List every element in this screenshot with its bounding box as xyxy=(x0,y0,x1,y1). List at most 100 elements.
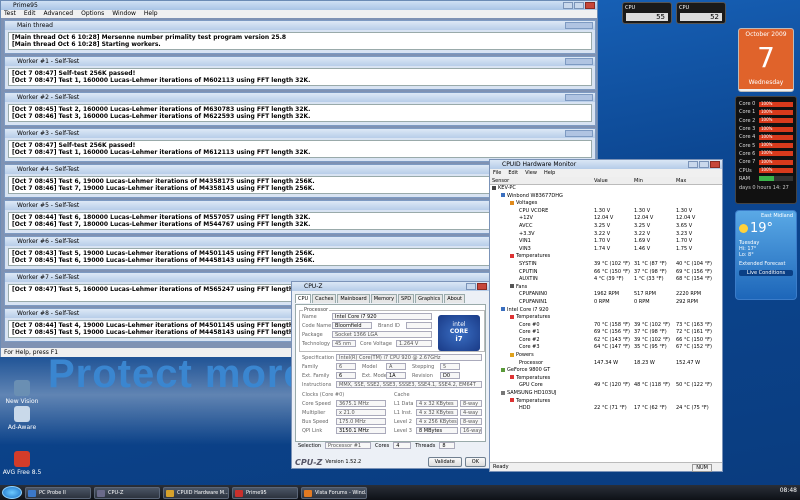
window-controls[interactable] xyxy=(565,22,593,29)
child-window-titlebar[interactable]: Worker #2 - Self-Test xyxy=(5,93,595,102)
close-icon[interactable] xyxy=(710,161,720,168)
sensor-row[interactable]: Temperatures xyxy=(490,398,722,406)
sensor-row[interactable]: CPUTIN 66 °C (150 °F) 37 °C (98 °F) 69 °C (… xyxy=(490,269,722,277)
menu-item[interactable]: Help xyxy=(144,10,158,18)
child-window-titlebar[interactable]: Worker #3 - Self-Test xyxy=(5,129,595,138)
ok-button[interactable]: OK xyxy=(464,457,486,467)
minimize-icon[interactable] xyxy=(466,283,476,290)
column-header[interactable]: Sensor xyxy=(490,177,592,184)
calendar-gadget[interactable]: October 2009 7 Wednesday xyxy=(738,28,794,92)
tab-memory[interactable]: Memory xyxy=(370,294,398,303)
prime95-child-window[interactable]: Worker #3 - Self-Test [Oct 7 08:47] Self-… xyxy=(4,128,596,162)
taskbar-button[interactable]: Prime95 xyxy=(232,486,298,499)
sensor-row[interactable]: Temperatures xyxy=(490,253,722,261)
menu-item[interactable]: Window xyxy=(112,10,136,18)
cpuz-window[interactable]: CPU-Z CPU Caches Mainboard Memory SPD Graphic… xyxy=(291,281,490,469)
sensor-row[interactable]: Intel Core i7 920 xyxy=(490,307,722,315)
cpuz-tabbar: CPU Caches Mainboard Memory SPD Graphics About xyxy=(292,291,489,303)
desktop-icon[interactable]: AVG Free 8.5 xyxy=(0,451,44,476)
tab-mainboard[interactable]: Mainboard xyxy=(337,294,370,303)
menu-item[interactable]: File xyxy=(493,169,501,177)
hwmon-titlebar[interactable]: CPUID Hardware Monitor xyxy=(490,160,722,169)
hardware-monitor-window[interactable]: CPUID Hardware Monitor File Edit View Help … xyxy=(489,159,723,472)
child-window-titlebar[interactable]: Worker #1 - Self-Test xyxy=(5,57,595,66)
sensor-row[interactable]: Processor 147.34 W 18.23 W 152.47 W xyxy=(490,360,722,368)
weather-gadget[interactable]: East Midland 19° Tuesday Hi: 17° Lo: 8° … xyxy=(735,210,797,300)
taskbar-button[interactable]: Vista Forums - Wind... xyxy=(301,486,367,499)
child-window-titlebar[interactable]: Main thread xyxy=(5,21,595,30)
sensor-row[interactable]: SYSTIN 39 °C (102 °F) 31 °C (87 °F) 40 °C (… xyxy=(490,261,722,269)
window-controls[interactable] xyxy=(565,58,593,65)
sensor-row[interactable]: AVCC 3.25 V 3.25 V 3.65 V xyxy=(490,223,722,231)
sensor-row[interactable]: Temperatures xyxy=(490,375,722,383)
sensor-row[interactable]: Core #2 62 °C (143 °F) 39 °C (102 °F) 66 °C… xyxy=(490,337,722,345)
close-icon[interactable] xyxy=(585,2,595,9)
sensor-row[interactable]: GPU Core 49 °C (120 °F) 48 °C (118 °F) 50 °… xyxy=(490,382,722,390)
core-speed-value: 3675.1 MHz xyxy=(336,400,386,407)
menu-item[interactable]: Test xyxy=(4,10,16,18)
minimize-icon[interactable] xyxy=(563,2,573,9)
sensor-row[interactable]: AUXTIN 4 °C (39 °F) 1 °C (33 °F) 68 °C (154… xyxy=(490,276,722,284)
processor-select[interactable]: Processor #1 xyxy=(325,442,372,449)
system-clock[interactable]: 08:48 xyxy=(780,487,797,494)
prime95-child-window[interactable]: Main thread [Main thread Oct 6 10:28] Mer… xyxy=(4,20,596,54)
taskbar-button[interactable]: PC Probe II xyxy=(25,486,91,499)
prime95-child-window[interactable]: Worker #2 - Self-Test [Oct 7 08:45] Test … xyxy=(4,92,596,126)
sensor-row[interactable]: Fans xyxy=(490,284,722,292)
prime95-titlebar[interactable]: Prime95 xyxy=(1,1,597,10)
sensor-row[interactable]: Core #1 69 °C (156 °F) 37 °C (98 °F) 72 °C … xyxy=(490,329,722,337)
column-header[interactable]: Value xyxy=(592,177,632,184)
sensor-row[interactable]: GeForce 9800 GT xyxy=(490,367,722,375)
menu-item[interactable]: Advanced xyxy=(43,10,73,18)
cpu-meter-gadget-1[interactable]: CPU 55 xyxy=(622,2,672,24)
sensor-name-cell: Intel Core i7 920 xyxy=(490,307,592,315)
taskbar-button[interactable]: CPU-Z xyxy=(94,486,160,499)
tab-spd[interactable]: SPD xyxy=(398,294,415,303)
menu-item[interactable]: Edit xyxy=(508,169,518,177)
live-conditions-link[interactable]: Live Conditions xyxy=(739,270,793,276)
weather-forecast-link[interactable]: Extended Forecast xyxy=(736,261,796,267)
menu-item[interactable]: View xyxy=(525,169,537,177)
desktop-icon[interactable]: Ad-Aware xyxy=(0,406,44,431)
sensor-row[interactable]: +12V 12.04 V 12.04 V 12.04 V xyxy=(490,215,722,223)
window-controls[interactable] xyxy=(565,130,593,137)
desktop-icon[interactable]: New Vision xyxy=(0,380,44,405)
sensor-name: Temperatures xyxy=(516,253,551,260)
core-usage-gadget[interactable]: Core 0 100% Core 1 100% Core 2 100% Core 3 100%… xyxy=(735,96,797,204)
sensor-row[interactable]: Core #0 70 °C (158 °F) 39 °C (102 °F) 73 °C… xyxy=(490,322,722,330)
tab-caches[interactable]: Caches xyxy=(312,294,337,303)
start-button[interactable] xyxy=(2,486,22,499)
menu-item[interactable]: Options xyxy=(81,10,104,18)
sensor-row[interactable]: VIN1 1.70 V 1.69 V 1.70 V xyxy=(490,238,722,246)
tab-graphics[interactable]: Graphics xyxy=(415,294,444,303)
sensor-row[interactable]: SAMSUNG HD103UJ xyxy=(490,390,722,398)
sensor-row[interactable]: Core #3 64 °C (147 °F) 35 °C (95 °F) 67 °C … xyxy=(490,344,722,352)
menu-item[interactable]: Edit xyxy=(24,10,36,18)
minimize-icon[interactable] xyxy=(688,161,698,168)
sensor-row[interactable]: CPUFANIN1 0 RPM 0 RPM 292 RPM xyxy=(490,299,722,307)
maximize-icon[interactable] xyxy=(574,2,584,9)
column-header[interactable]: Max xyxy=(674,177,722,184)
prime95-child-window[interactable]: Worker #1 - Self-Test [Oct 7 08:47] Self-… xyxy=(4,56,596,90)
validate-button[interactable]: Validate xyxy=(427,457,462,467)
sensor-row[interactable]: CPU VCORE 1.30 V 1.30 V 1.30 V xyxy=(490,208,722,216)
sensor-row[interactable]: HDD 22 °C (71 °F) 17 °C (62 °F) 24 °C (75 °… xyxy=(490,405,722,413)
close-icon[interactable] xyxy=(477,283,487,290)
taskbar-button[interactable]: CPUID Hardware M... xyxy=(163,486,229,499)
column-header[interactable]: Min xyxy=(632,177,674,184)
sensor-row[interactable]: Powers xyxy=(490,352,722,360)
cpu-meter-gadget-2[interactable]: CPU 52 xyxy=(676,2,726,24)
menu-item[interactable]: Help xyxy=(544,169,555,177)
sensor-row[interactable]: +3.3V 3.22 V 3.22 V 3.23 V xyxy=(490,231,722,239)
sensor-row[interactable]: Voltages xyxy=(490,200,722,208)
cpuz-titlebar[interactable]: CPU-Z xyxy=(292,282,489,291)
window-controls[interactable] xyxy=(565,94,593,101)
sensor-row[interactable]: KEV-PC xyxy=(490,185,722,193)
maximize-icon[interactable] xyxy=(699,161,709,168)
tab-cpu[interactable]: CPU xyxy=(295,294,312,303)
tab-about[interactable]: About xyxy=(444,294,465,303)
sensor-row[interactable]: CPUFANIN0 1962 RPM 517 RPM 2220 RPM xyxy=(490,291,722,299)
sensor-row[interactable]: Temperatures xyxy=(490,314,722,322)
sensor-row[interactable]: VIN3 1.74 V 1.46 V 1.75 V xyxy=(490,246,722,254)
sensor-row[interactable]: Winbond W83677DHG xyxy=(490,193,722,201)
